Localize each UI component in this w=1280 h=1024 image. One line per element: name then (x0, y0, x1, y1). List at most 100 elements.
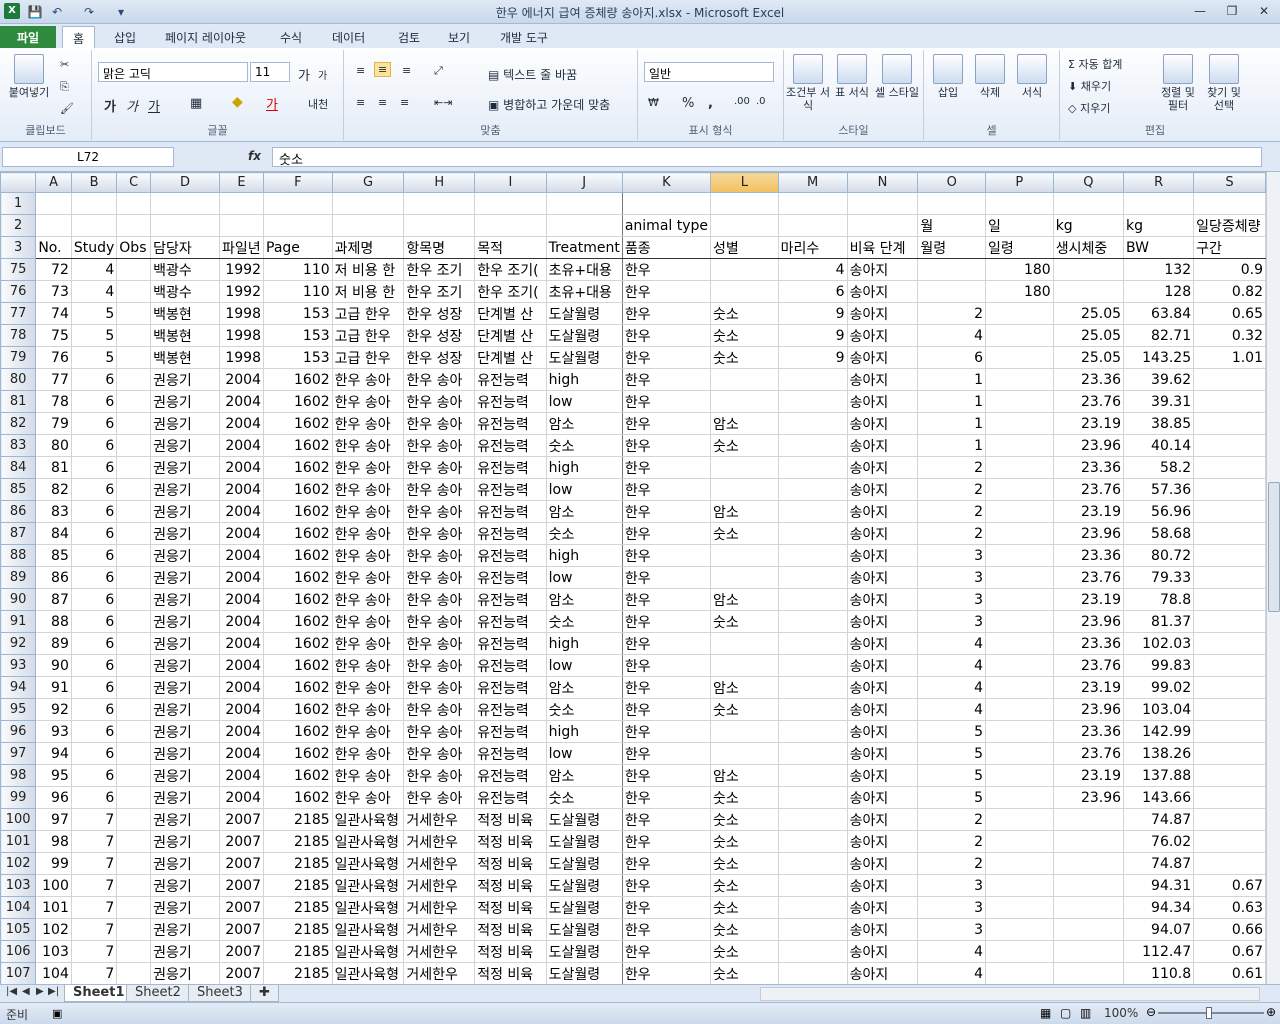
cell-s96[interactable] (1193, 720, 1266, 743)
row-header[interactable]: 78 (0, 324, 37, 347)
cell-q98[interactable]: 23.19 (1052, 764, 1125, 787)
cell-o78[interactable]: 4 (917, 324, 986, 347)
cell-b77[interactable]: 5 (70, 302, 118, 325)
cell-k105[interactable]: 한우 (621, 918, 712, 941)
cell-e86[interactable]: 2004 (219, 500, 264, 523)
cell-n103[interactable]: 송아지 (846, 874, 919, 897)
cell-e104[interactable]: 2007 (219, 896, 264, 919)
cell-e3[interactable]: 파일년 (219, 236, 264, 259)
cell-q105[interactable] (1052, 918, 1125, 941)
cell-r92[interactable]: 102.03 (1123, 632, 1195, 655)
cell-c93[interactable] (116, 654, 152, 677)
cell-g97[interactable]: 한우 송아 (331, 742, 405, 765)
cell-f107[interactable]: 2185 (263, 962, 333, 984)
cell-m79[interactable]: 9 (777, 346, 848, 369)
cell-r104[interactable]: 94.34 (1123, 896, 1195, 919)
cell-b93[interactable]: 6 (70, 654, 118, 677)
cell-i100[interactable]: 적정 비육 (474, 808, 547, 831)
cell-g106[interactable]: 일관사육형 (331, 940, 405, 963)
cell-n88[interactable]: 송아지 (846, 544, 919, 567)
cell-s101[interactable] (1193, 830, 1266, 853)
cell-k104[interactable]: 한우 (621, 896, 712, 919)
cell-n84[interactable]: 송아지 (846, 456, 919, 479)
cell-e100[interactable]: 2007 (219, 808, 264, 831)
cell-b97[interactable]: 6 (70, 742, 118, 765)
cell-q99[interactable]: 23.96 (1052, 786, 1125, 809)
cell-g80[interactable]: 한우 송아 (331, 368, 405, 391)
cell-c89[interactable] (116, 566, 152, 589)
cell-e107[interactable]: 2007 (219, 962, 264, 984)
cell-c106[interactable] (116, 940, 152, 963)
cell-j93[interactable]: low (545, 654, 623, 677)
cell-i92[interactable]: 유전능력 (474, 632, 547, 655)
cell-i102[interactable]: 적정 비육 (474, 852, 547, 875)
cell-styles-button[interactable]: 셀 스타일 (874, 54, 920, 99)
cell-d89[interactable]: 권응기 (150, 566, 221, 589)
cell-l77[interactable]: 숫소 (710, 302, 779, 325)
cell-a100[interactable]: 97 (35, 808, 72, 831)
cell-m99[interactable] (777, 786, 848, 809)
cell-g75[interactable]: 저 비용 한 (331, 258, 405, 281)
cell-m77[interactable]: 9 (777, 302, 848, 325)
cell-c79[interactable] (116, 346, 152, 369)
cell-f97[interactable]: 1602 (263, 742, 333, 765)
cell-r99[interactable]: 143.66 (1123, 786, 1195, 809)
cell-o77[interactable]: 2 (917, 302, 986, 325)
row-header[interactable]: 82 (0, 412, 37, 435)
cell-d85[interactable]: 권응기 (150, 478, 221, 501)
cell-g103[interactable]: 일관사육형 (331, 874, 405, 897)
cell-q103[interactable] (1052, 874, 1125, 897)
cell-g91[interactable]: 한우 송아 (331, 610, 405, 633)
cell-p90[interactable] (985, 588, 1054, 611)
cell-l94[interactable]: 암소 (710, 676, 779, 699)
cell-d80[interactable]: 권응기 (150, 368, 221, 391)
cell-n91[interactable]: 송아지 (846, 610, 919, 633)
row-header[interactable]: 76 (0, 280, 37, 303)
vertical-scroll-thumb[interactable] (1268, 482, 1280, 612)
cell-f86[interactable]: 1602 (263, 500, 333, 523)
cell-f94[interactable]: 1602 (263, 676, 333, 699)
cell-r96[interactable]: 142.99 (1123, 720, 1195, 743)
cell-i96[interactable]: 유전능력 (474, 720, 547, 743)
cell-d86[interactable]: 권응기 (150, 500, 221, 523)
cell-s92[interactable] (1193, 632, 1266, 655)
cell-b101[interactable]: 7 (70, 830, 118, 853)
cell-e83[interactable]: 2004 (219, 434, 264, 457)
normal-view-icon[interactable]: ▦ (1040, 1006, 1051, 1020)
cell-a79[interactable]: 76 (35, 346, 72, 369)
cell-o101[interactable]: 2 (917, 830, 986, 853)
cell-q95[interactable]: 23.96 (1052, 698, 1125, 721)
cell-s78[interactable]: 0.32 (1193, 324, 1266, 347)
cell-d93[interactable]: 권응기 (150, 654, 221, 677)
cell-q75[interactable] (1052, 258, 1125, 281)
cell-k107[interactable]: 한우 (621, 962, 712, 984)
cell-h87[interactable]: 한우 송아 (403, 522, 476, 545)
row-header[interactable]: 100 (0, 808, 37, 831)
cell-k81[interactable]: 한우 (621, 390, 712, 413)
cell-d104[interactable]: 권응기 (150, 896, 221, 919)
cell-a107[interactable]: 104 (35, 962, 72, 984)
cell-k85[interactable]: 한우 (621, 478, 712, 501)
cell-c3[interactable]: Obs (116, 236, 152, 259)
cell-a84[interactable]: 81 (35, 456, 72, 479)
cell-d97[interactable]: 권응기 (150, 742, 221, 765)
cell-n90[interactable]: 송아지 (846, 588, 919, 611)
cell-p2[interactable]: 일 (985, 214, 1054, 237)
cell-n89[interactable]: 송아지 (846, 566, 919, 589)
cell-o80[interactable]: 1 (917, 368, 986, 391)
cell-o87[interactable]: 2 (917, 522, 986, 545)
cell-p96[interactable] (985, 720, 1054, 743)
format-cells-button[interactable]: 서식 (1012, 54, 1052, 99)
cell-n83[interactable]: 송아지 (846, 434, 919, 457)
tab-formulas[interactable]: 수식 (270, 26, 312, 48)
cell-e78[interactable]: 1998 (219, 324, 264, 347)
cell-n75[interactable]: 송아지 (846, 258, 919, 281)
font-size-select[interactable]: 11 (250, 62, 290, 82)
cell-j97[interactable]: low (545, 742, 623, 765)
restore-button[interactable]: ❐ (1220, 2, 1244, 20)
cell-r89[interactable]: 79.33 (1123, 566, 1195, 589)
cell-d87[interactable]: 권응기 (150, 522, 221, 545)
cell-k79[interactable]: 한우 (621, 346, 712, 369)
cell-p85[interactable] (985, 478, 1054, 501)
cell-j99[interactable]: 숫소 (545, 786, 623, 809)
